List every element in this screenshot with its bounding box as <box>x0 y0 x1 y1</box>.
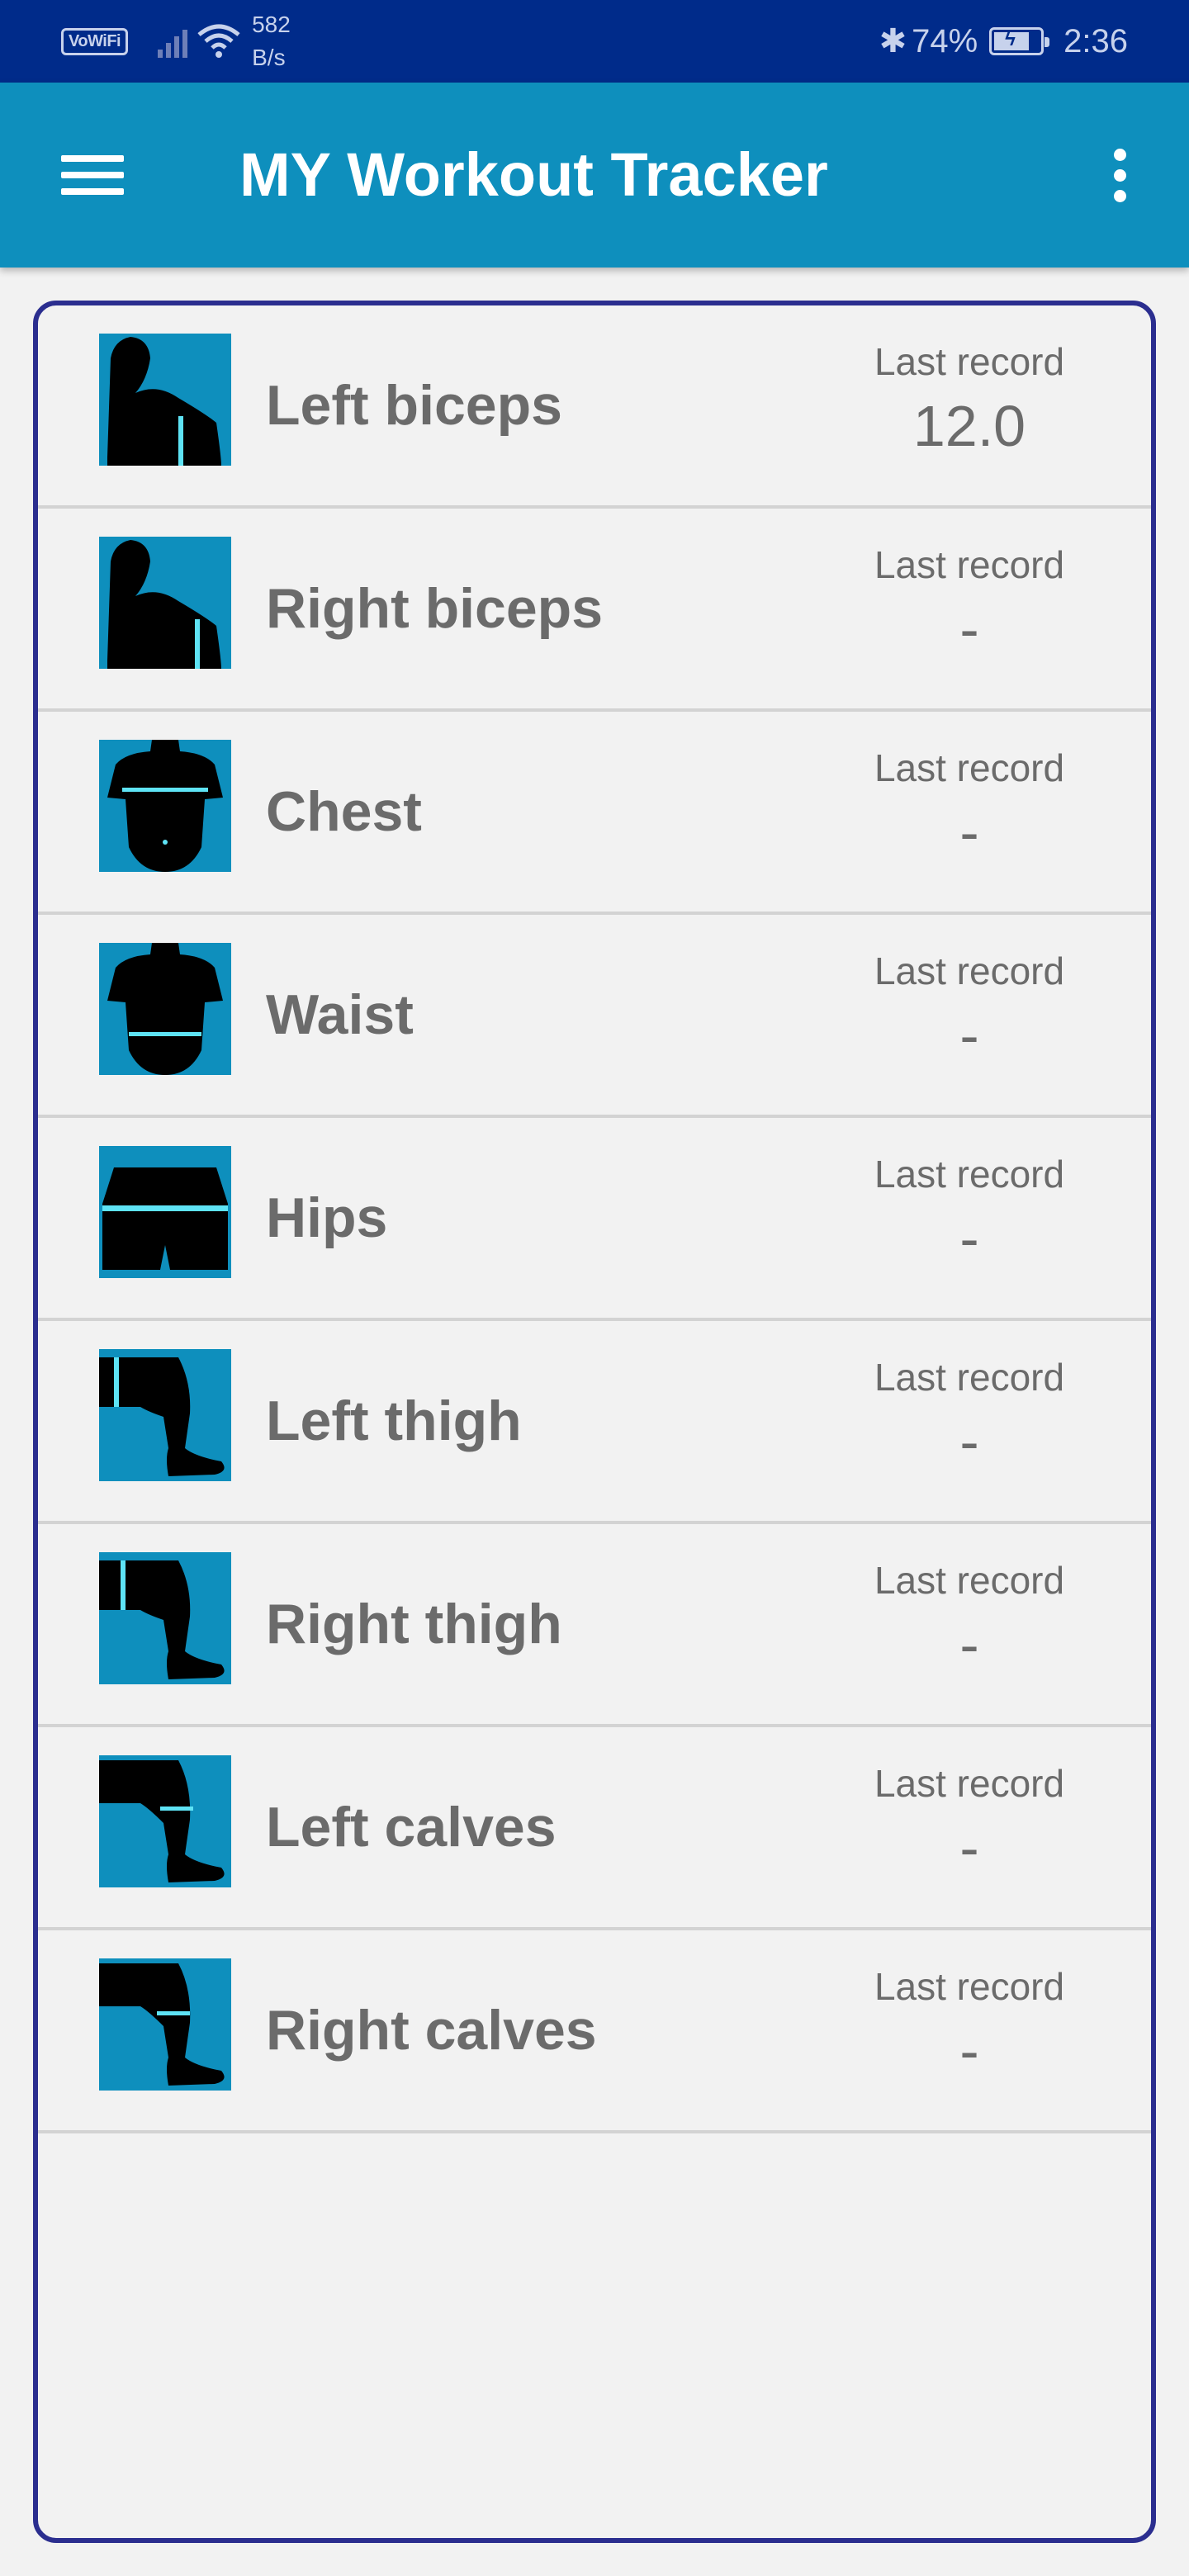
wifi-icon <box>197 24 240 58</box>
last-record: Last record - <box>846 1556 1093 1679</box>
left-biceps-icon <box>99 334 231 466</box>
hips-icon <box>99 1146 231 1278</box>
list-item-right-thigh[interactable]: Right thigh Last record - <box>38 1524 1151 1727</box>
more-vert-icon[interactable] <box>1090 135 1149 215</box>
cell-signal-icon <box>158 25 191 58</box>
list-item-title: Right biceps <box>266 577 604 640</box>
last-record-value: 12.0 <box>912 394 1026 458</box>
last-record-label: Last record <box>874 543 1065 586</box>
network-speed: 582 B/s <box>252 8 291 74</box>
list-item-title: Chest <box>266 780 422 843</box>
last-record: Last record - <box>846 1149 1093 1273</box>
list-item-right-calves[interactable]: Right calves Last record - <box>38 1930 1151 2133</box>
last-record-label: Last record <box>874 1965 1065 2008</box>
hamburger-menu-icon[interactable] <box>46 135 135 215</box>
right-biceps-icon <box>99 537 231 669</box>
last-record-label: Last record <box>874 1762 1065 1805</box>
last-record-label: Last record <box>874 340 1065 383</box>
network-speed-value: 582 <box>252 12 291 37</box>
list-item-title: Waist <box>266 983 414 1046</box>
left-thigh-icon <box>99 1349 231 1481</box>
last-record-value: - <box>959 1816 979 1880</box>
battery-icon: ϟ <box>989 27 1050 55</box>
list-item-left-calves[interactable]: Left calves Last record - <box>38 1727 1151 1930</box>
last-record-value: - <box>959 800 979 864</box>
right-thigh-icon <box>99 1552 231 1684</box>
last-record-value: - <box>959 1003 979 1068</box>
clock: 2:36 <box>1063 22 1128 59</box>
right-calves-icon <box>99 1958 231 2091</box>
list-item-title: Left thigh <box>266 1390 522 1452</box>
list-item-title: Right calves <box>266 1999 597 2062</box>
list-item-hips[interactable]: Hips Last record - <box>38 1118 1151 1321</box>
app-bar: MY Workout Tracker <box>0 83 1189 268</box>
battery-percent: 74% <box>912 22 978 59</box>
list-item-title: Hips <box>266 1186 388 1249</box>
last-record-value: - <box>959 1612 979 1677</box>
network-speed-unit: B/s <box>252 45 286 70</box>
last-record-label: Last record <box>874 1559 1065 1602</box>
list-item-title: Left calves <box>266 1796 557 1859</box>
bluetooth-icon: ✱ <box>879 23 907 59</box>
last-record-value: - <box>959 1409 979 1474</box>
last-record: Last record 12.0 <box>846 337 1093 461</box>
last-record-label: Last record <box>874 1153 1065 1196</box>
last-record: Last record - <box>846 540 1093 664</box>
list-item-chest[interactable]: Chest Last record - <box>38 712 1151 915</box>
last-record: Last record - <box>846 1352 1093 1476</box>
app-title: MY Workout Tracker <box>239 140 828 209</box>
last-record-value: - <box>959 2019 979 2083</box>
last-record-label: Last record <box>874 746 1065 789</box>
list-item-left-biceps[interactable]: Left biceps Last record 12.0 <box>38 305 1151 509</box>
list-item-title: Right thigh <box>266 1593 562 1655</box>
last-record-label: Last record <box>874 949 1065 992</box>
waist-icon <box>99 943 231 1075</box>
last-record: Last record - <box>846 946 1093 1070</box>
last-record: Last record - <box>846 743 1093 867</box>
list-item-waist[interactable]: Waist Last record - <box>38 915 1151 1118</box>
vowifi-indicator: VoWiFi <box>61 27 129 55</box>
last-record-value: - <box>959 597 979 661</box>
list-item-title: Left biceps <box>266 374 562 437</box>
list-item-right-biceps[interactable]: Right biceps Last record - <box>38 509 1151 712</box>
chest-icon <box>99 740 231 872</box>
measurement-list: Left biceps Last record 12.0 Right bicep… <box>33 301 1156 2543</box>
last-record-label: Last record <box>874 1356 1065 1399</box>
last-record: Last record - <box>846 1759 1093 1882</box>
last-record: Last record - <box>846 1962 1093 2086</box>
left-calves-icon <box>99 1755 231 1887</box>
status-bar: VoWiFi 582 B/s ✱ 74% ϟ 2:36 <box>0 0 1189 83</box>
list-item-left-thigh[interactable]: Left thigh Last record - <box>38 1321 1151 1524</box>
last-record-value: - <box>959 1206 979 1271</box>
